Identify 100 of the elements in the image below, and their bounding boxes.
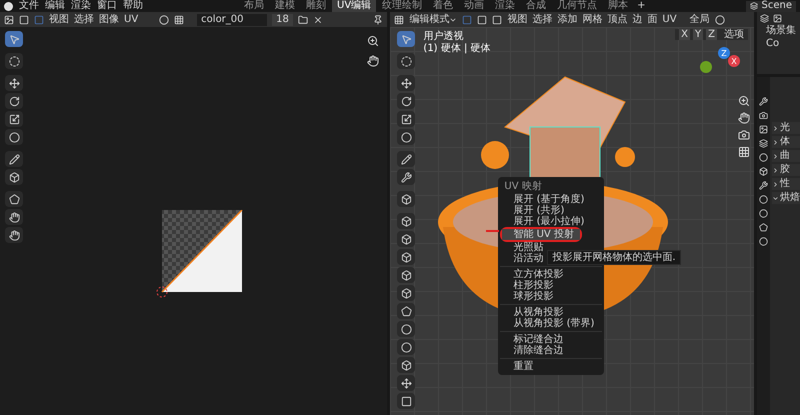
tool-button[interactable]	[5, 75, 23, 91]
header-menu[interactable]: 图像	[99, 14, 119, 24]
menu-item[interactable]: 展开 (最小拉伸)	[500, 216, 602, 227]
menu-item[interactable]: 从视角投影 (带界)	[500, 318, 602, 329]
menu-item[interactable]: 帮助	[123, 1, 143, 11]
workspace-tab[interactable]: 纹理绘制	[377, 0, 428, 12]
tool-button[interactable]	[397, 285, 416, 301]
property-section[interactable]: 光	[772, 122, 800, 134]
menu-item[interactable]: 展开 (共形)	[500, 205, 602, 216]
properties-tab-icon[interactable]	[759, 167, 768, 176]
header-menu[interactable]: 顶点	[607, 14, 628, 24]
camera-icon[interactable]	[738, 129, 750, 141]
add-workspace-button[interactable]: +	[634, 0, 649, 12]
tool-button[interactable]	[5, 53, 23, 69]
properties-tab-icon[interactable]	[759, 111, 768, 120]
header-menu[interactable]: 选择	[532, 14, 552, 24]
menu-item[interactable]: 光照贴	[500, 242, 602, 253]
snap-icon	[174, 14, 184, 24]
tool-button[interactable]	[397, 321, 416, 337]
properties-tab-icon[interactable]	[759, 139, 768, 148]
tool-button[interactable]	[397, 191, 416, 207]
header-menu[interactable]: 边	[632, 14, 642, 24]
tool-button[interactable]	[5, 93, 23, 109]
workspace-tab[interactable]: 脚本	[603, 0, 634, 12]
properties-tab-icon[interactable]	[759, 237, 768, 246]
tool-button[interactable]	[397, 267, 416, 283]
header-menu[interactable]: 视图	[507, 14, 528, 24]
header-menu[interactable]: UV	[124, 14, 138, 24]
properties-tab-icon[interactable]	[759, 181, 768, 190]
tool-button[interactable]	[397, 339, 416, 355]
tool-button[interactable]	[397, 169, 416, 185]
tool-button[interactable]	[397, 151, 416, 167]
menu-item[interactable]: 标记缝合边	[500, 334, 602, 345]
properties-tab-icon[interactable]	[759, 97, 768, 106]
workspace-tab[interactable]: 动画	[459, 0, 490, 12]
workspace-tab[interactable]: 几何节点	[552, 0, 602, 12]
outliner-item[interactable]: Co	[760, 38, 797, 49]
header-menu[interactable]: 网格	[582, 14, 602, 24]
workspace-tab[interactable]: UV编辑	[332, 0, 376, 12]
tool-button[interactable]	[5, 209, 23, 225]
tool-button[interactable]	[397, 75, 416, 91]
tool-button[interactable]	[5, 169, 23, 185]
header-menu[interactable]: 添加	[557, 14, 578, 24]
tool-button[interactable]	[397, 53, 416, 69]
menu-item[interactable]: 柱形投影	[500, 280, 602, 291]
property-section[interactable]: 胶	[772, 164, 800, 176]
properties-tab-icon[interactable]	[759, 125, 768, 134]
tool-button[interactable]	[397, 357, 416, 373]
menu-item[interactable]: 编辑	[45, 1, 65, 11]
hand-icon[interactable]	[367, 55, 380, 67]
tool-button[interactable]	[5, 227, 23, 243]
tool-button[interactable]	[397, 303, 416, 319]
properties-tab-icon[interactable]	[759, 153, 768, 162]
mirror-axis-toggle[interactable]: Z	[706, 29, 717, 40]
mirror-axis-toggle[interactable]: X	[679, 29, 690, 40]
tool-button[interactable]	[5, 129, 23, 145]
section-label: 曲	[780, 151, 790, 161]
hand-icon[interactable]	[738, 112, 750, 124]
tool-button[interactable]	[397, 129, 416, 145]
orientation-dropdown[interactable]: 全局	[690, 14, 710, 24]
menu-item[interactable]: 展开 (基于角度)	[500, 194, 602, 205]
mode-dropdown[interactable]: 编辑模式	[409, 14, 458, 24]
header-menu[interactable]: 面	[647, 14, 658, 24]
tool-button[interactable]	[5, 31, 23, 47]
tool-button[interactable]	[397, 231, 416, 247]
header-menu[interactable]: 选择	[74, 14, 94, 24]
properties-tab-icon[interactable]	[759, 223, 768, 232]
mirror-axis-toggle[interactable]: Y	[693, 29, 704, 40]
workspace-tab[interactable]: 建模	[270, 0, 300, 12]
tool-button[interactable]	[397, 93, 416, 109]
header-menu[interactable]: 视图	[49, 14, 69, 24]
menu-item[interactable]: 从视角投影	[500, 307, 602, 318]
options-dropdown[interactable]: 选项	[724, 29, 744, 40]
menu-item[interactable]: 智能 UV 投射	[502, 229, 580, 240]
property-section[interactable]: 性	[772, 178, 800, 190]
tool-button[interactable]	[5, 111, 23, 127]
header-menu[interactable]: UV	[662, 14, 677, 24]
user-count[interactable]: 18	[272, 14, 293, 26]
menu-item[interactable]: 立方体投影	[500, 269, 602, 280]
workspace-tab[interactable]: 布局	[239, 0, 269, 12]
menu-item[interactable]: 球形投影	[500, 291, 602, 302]
tool-button[interactable]	[397, 375, 416, 391]
tool-button[interactable]	[397, 31, 416, 47]
property-section[interactable]: 曲	[772, 150, 800, 162]
menu-item[interactable]: 重置	[500, 361, 602, 372]
outliner-item[interactable]: 场景集	[760, 25, 797, 36]
zoom-icon[interactable]	[367, 35, 380, 47]
menu-item[interactable]: 清除缝合边	[500, 345, 602, 356]
tool-button[interactable]	[5, 151, 23, 167]
zoom-icon[interactable]	[738, 95, 750, 107]
tool-button[interactable]	[397, 111, 416, 127]
grid-icon[interactable]	[738, 146, 750, 158]
workspace-tab[interactable]: 合成	[521, 0, 552, 12]
tool-button[interactable]	[5, 191, 23, 207]
property-section[interactable]: 体	[772, 136, 800, 148]
image-name-field[interactable]: color_00	[197, 14, 268, 26]
tool-button[interactable]	[397, 213, 416, 229]
property-section[interactable]: 烘焙	[772, 192, 800, 204]
tool-button[interactable]	[397, 249, 416, 265]
tool-button[interactable]	[397, 393, 416, 409]
